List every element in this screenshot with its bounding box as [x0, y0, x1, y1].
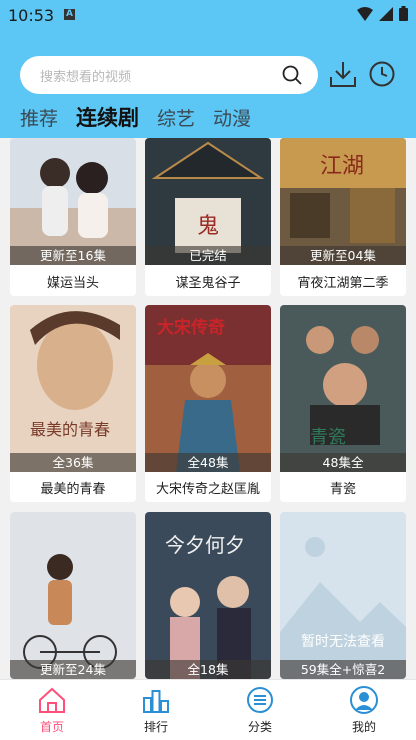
category-icon [247, 687, 273, 713]
system-icons [357, 6, 408, 21]
video-card[interactable]: 更新至16集 媒运当头 [10, 138, 136, 296]
video-card[interactable]: 今夕何夕 全18集 [145, 512, 271, 679]
video-card[interactable]: 青瓷 48集全 青瓷 [280, 305, 406, 502]
episode-badge: 更新至24集 [10, 660, 136, 679]
search-placeholder: 搜索想看的视频 [40, 70, 132, 85]
video-card[interactable]: 更新至24集 [10, 512, 136, 679]
video-title: 谋圣鬼谷子 [175, 276, 241, 291]
category-tabs: 推荐 连续剧 综艺 动漫 [20, 104, 251, 132]
video-title: 大宋传奇之赵匡胤 [155, 482, 260, 497]
poster-warrior: 大宋传奇 [145, 305, 271, 472]
poster-costume: 今夕何夕 [145, 512, 271, 679]
poster-placeholder: 暂时无法查看 [280, 512, 406, 679]
episode-badge: 全48集 [145, 453, 271, 472]
tabbar-label: 我的 [351, 720, 376, 734]
tab-anime[interactable]: 动漫 [213, 104, 251, 132]
video-card[interactable]: 最美的青春 全36集 最美的青春 [10, 305, 136, 502]
poster-title: 青瓷 [310, 427, 346, 448]
video-card[interactable]: 大宋传奇 全48集 大宋传奇之赵匡胤 [145, 305, 271, 502]
episode-badge: 全18集 [145, 660, 271, 679]
tab-variety[interactable]: 综艺 [157, 104, 195, 132]
poster-face: 最美的青春 [10, 305, 136, 472]
status-bar: 10:53 A [0, 0, 416, 30]
episode-badge: 全36集 [10, 453, 136, 472]
ranking-icon [143, 690, 169, 713]
notification-icon: A [64, 9, 75, 20]
profile-icon [350, 686, 378, 714]
tabbar-label: 排行 [143, 720, 168, 734]
bottom-tab-bar: 首页 排行 分类 我的 [0, 679, 416, 740]
placeholder-text: 暂时无法查看 [301, 634, 385, 650]
tabbar-home[interactable]: 首页 [0, 680, 104, 740]
video-title: 媒运当头 [46, 276, 99, 291]
wifi-icon [357, 6, 373, 21]
tab-series[interactable]: 连续剧 [76, 102, 139, 132]
tabbar-profile[interactable]: 我的 [312, 680, 416, 740]
search-icon[interactable] [282, 65, 302, 85]
video-grid: 更新至16集 媒运当头 鬼 已完结 谋圣鬼谷子 江湖 更新至04集 宵夜江湖第二… [0, 138, 416, 679]
poster-title: 今夕何夕 [165, 533, 245, 557]
episode-badge: 已完结 [145, 246, 271, 265]
tabbar-label: 分类 [247, 720, 272, 734]
tab-recommend[interactable]: 推荐 [20, 104, 58, 132]
tabbar-category[interactable]: 分类 [208, 680, 312, 740]
poster-bicycle [10, 512, 136, 679]
tabbar-label: 首页 [39, 720, 64, 734]
search-bar[interactable]: 搜索想看的视频 [20, 56, 318, 94]
header-bar: 10:53 A 搜索想看的视频 推荐 连续剧 综艺 动漫 [0, 0, 416, 138]
svg-text:最美的青春: 最美的青春 [30, 420, 110, 439]
video-title: 宵夜江湖第二季 [297, 276, 389, 291]
video-card[interactable]: 鬼 已完结 谋圣鬼谷子 [145, 138, 271, 296]
poster-title: 大宋传奇 [157, 317, 225, 338]
video-title: 最美的青春 [40, 482, 106, 497]
battery-icon [399, 6, 408, 21]
poster-group: 青瓷 [280, 305, 406, 472]
episode-badge: 更新至16集 [10, 246, 136, 265]
history-icon[interactable] [369, 61, 395, 87]
video-title: 青瓷 [329, 482, 356, 497]
svg-text:江湖: 江湖 [320, 154, 364, 179]
signal-icon [379, 6, 393, 21]
video-card[interactable]: 江湖 更新至04集 宵夜江湖第二季 [280, 138, 406, 296]
svg-text:鬼: 鬼 [197, 214, 219, 239]
episode-badge: 更新至04集 [280, 246, 406, 265]
status-time: 10:53 [8, 6, 55, 25]
download-icon[interactable] [330, 61, 356, 87]
episode-badge: 48集全 [280, 453, 406, 472]
episode-badge: 59集全+惊喜2 [280, 660, 406, 679]
home-icon [39, 687, 65, 713]
tabbar-ranking[interactable]: 排行 [104, 680, 208, 740]
video-card[interactable]: 暂时无法查看 59集全+惊喜2 [280, 512, 406, 679]
